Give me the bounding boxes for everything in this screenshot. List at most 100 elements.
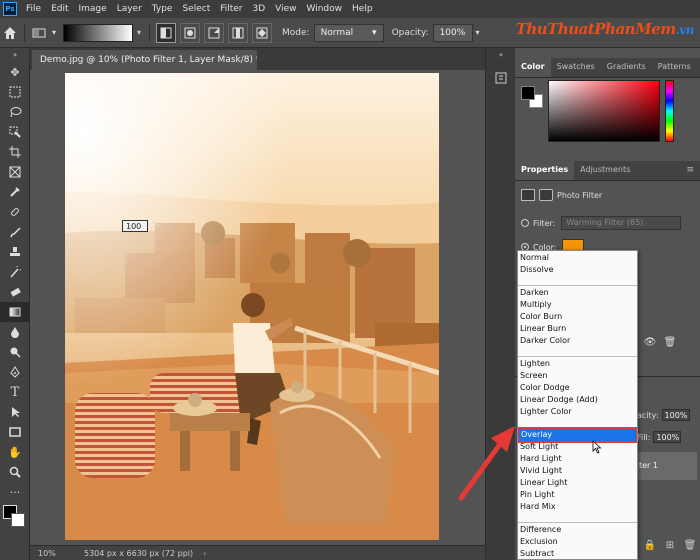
menu-type[interactable]: Type	[147, 0, 178, 18]
path-selection-tool-icon[interactable]	[0, 402, 30, 422]
tab-color[interactable]: Color	[515, 57, 551, 77]
document-tab[interactable]: Demo.jpg @ 10% (Photo Filter 1, Layer Ma…	[32, 50, 257, 70]
menu-filter[interactable]: Filter	[215, 0, 247, 18]
mode-select[interactable]: Normal ▾	[313, 23, 384, 42]
quick-select-tool-icon[interactable]	[0, 122, 30, 142]
menu-window[interactable]: Window	[302, 0, 348, 18]
blend-option-color-dodge[interactable]: Color Dodge	[518, 382, 637, 394]
gradient-dropdown-icon[interactable]: ▾	[133, 28, 145, 37]
blend-option-dissolve[interactable]: Dissolve	[518, 264, 637, 276]
menu-view[interactable]: View	[270, 0, 301, 18]
blend-option-linear-light[interactable]: Linear Light	[518, 477, 637, 489]
rectangle-tool-icon[interactable]	[0, 422, 30, 442]
dodge-tool-icon[interactable]	[0, 342, 30, 362]
add-layer-icon[interactable]: ⊞	[660, 540, 680, 551]
frame-tool-icon[interactable]	[0, 162, 30, 182]
history-brush-tool-icon[interactable]	[0, 262, 30, 282]
reflected-gradient-button[interactable]	[228, 22, 248, 43]
photoshop-logo-icon[interactable]: Ps	[3, 2, 17, 16]
tab-properties[interactable]: Properties	[515, 160, 575, 180]
trash-icon[interactable]: 🗑	[680, 540, 700, 551]
blend-option-pin-light[interactable]: Pin Light	[518, 489, 637, 501]
lock-icon[interactable]: 🔒	[640, 540, 660, 551]
angle-gradient-button[interactable]	[204, 22, 224, 43]
filter-radio[interactable]	[521, 219, 529, 227]
pen-tool-icon[interactable]	[0, 362, 30, 382]
blend-option-darken[interactable]: Darken	[518, 287, 637, 299]
blend-option-hard-mix[interactable]: Hard Mix	[518, 501, 637, 513]
move-tool-icon[interactable]: ✥	[0, 62, 30, 82]
blend-option-lighten[interactable]: Lighten	[518, 358, 637, 370]
menu-layer[interactable]: Layer	[112, 0, 147, 18]
menu-3d[interactable]: 3D	[248, 0, 271, 18]
radial-gradient-button[interactable]	[180, 22, 200, 43]
document-canvas[interactable]	[65, 73, 439, 540]
type-tool-icon[interactable]: T	[0, 382, 30, 402]
layer-row[interactable]: ter 1	[637, 452, 697, 480]
crop-tool-icon[interactable]	[0, 142, 30, 162]
blend-option-color-burn[interactable]: Color Burn	[518, 311, 637, 323]
gradient-picker[interactable]	[63, 23, 133, 42]
lasso-tool-icon[interactable]	[0, 102, 30, 122]
clone-stamp-tool-icon[interactable]	[0, 242, 30, 262]
chevron-down-icon[interactable]: ▾	[49, 23, 59, 43]
tab-swatches[interactable]: Swatches	[551, 57, 601, 77]
blend-option-vivid-light[interactable]: Vivid Light	[518, 465, 637, 477]
tab-patterns[interactable]: Patterns	[652, 57, 697, 77]
menu-select[interactable]: Select	[177, 0, 215, 18]
foreground-color-swatch[interactable]	[521, 86, 535, 100]
trash-icon[interactable]: 🗑	[660, 337, 680, 348]
history-panel-icon[interactable]	[486, 66, 516, 90]
menu-edit[interactable]: Edit	[46, 0, 73, 18]
blend-option-subtract[interactable]: Subtract	[518, 548, 637, 559]
collapse-panels-icon[interactable]: «	[486, 48, 516, 62]
visibility-eye-icon[interactable]: 👁	[640, 337, 660, 348]
diamond-gradient-button[interactable]	[252, 22, 272, 43]
tab-adjustments[interactable]: Adjustments	[574, 160, 636, 180]
blur-tool-icon[interactable]	[0, 322, 30, 342]
menu-image[interactable]: Image	[74, 0, 112, 18]
blend-option-overlay[interactable]: Overlay	[518, 427, 637, 443]
blend-option-difference[interactable]: Difference	[518, 524, 637, 536]
layer-opacity-input[interactable]: 100%	[661, 409, 690, 421]
blend-option-soft-light[interactable]: Soft Light	[518, 441, 637, 453]
chevron-right-icon[interactable]: ›	[203, 549, 206, 558]
zoom-level[interactable]: 10%	[30, 549, 70, 558]
filter-select[interactable]: Warming Filter (85)	[561, 216, 682, 230]
brush-tool-icon[interactable]	[0, 222, 30, 242]
blend-option-screen[interactable]: Screen	[518, 370, 637, 382]
home-icon[interactable]	[0, 23, 20, 43]
zoom-tool-icon[interactable]	[0, 462, 30, 482]
blend-option-normal[interactable]: Normal	[518, 252, 637, 264]
menu-help[interactable]: Help	[347, 0, 378, 18]
more-tools-icon[interactable]: ···	[0, 482, 30, 502]
linear-gradient-button[interactable]	[156, 22, 176, 43]
panel-menu-icon[interactable]: ≡	[686, 160, 700, 180]
eyedropper-tool-icon[interactable]	[0, 182, 30, 202]
eraser-tool-icon[interactable]	[0, 282, 30, 302]
opacity-input[interactable]: 100%	[432, 23, 473, 42]
marquee-tool-icon[interactable]	[0, 82, 30, 102]
toolbar-collapse-icon[interactable]: »	[0, 48, 30, 62]
tab-gradients[interactable]: Gradients	[601, 57, 652, 77]
healing-brush-tool-icon[interactable]	[0, 202, 30, 222]
layer-fill-input[interactable]: 100%	[653, 431, 682, 443]
background-color-swatch[interactable]	[11, 513, 25, 527]
blend-option-multiply[interactable]: Multiply	[518, 299, 637, 311]
hue-slider[interactable]	[665, 80, 674, 142]
menu-file[interactable]: File	[21, 0, 46, 18]
blend-option-hard-light[interactable]: Hard Light	[518, 453, 637, 465]
color-picker-field[interactable]	[548, 80, 660, 142]
blend-option-darker-color[interactable]: Darker Color	[518, 335, 637, 347]
hand-tool-icon[interactable]: ✋	[0, 442, 30, 462]
blend-option-lighter-color[interactable]: Lighter Color	[518, 406, 637, 418]
blend-option-exclusion[interactable]: Exclusion	[518, 536, 637, 548]
gradient-tool-icon[interactable]	[29, 23, 49, 43]
blend-option-linear-burn[interactable]: Linear Burn	[518, 323, 637, 335]
chevron-down-icon[interactable]: ▾	[473, 23, 483, 43]
foreground-background-colors[interactable]	[0, 502, 30, 532]
gradient-tool-icon[interactable]	[0, 302, 30, 322]
blend-option-linear-dodge[interactable]: Linear Dodge (Add)	[518, 394, 637, 406]
density-input[interactable]: 100	[122, 220, 148, 232]
mask-icon[interactable]	[539, 189, 553, 201]
